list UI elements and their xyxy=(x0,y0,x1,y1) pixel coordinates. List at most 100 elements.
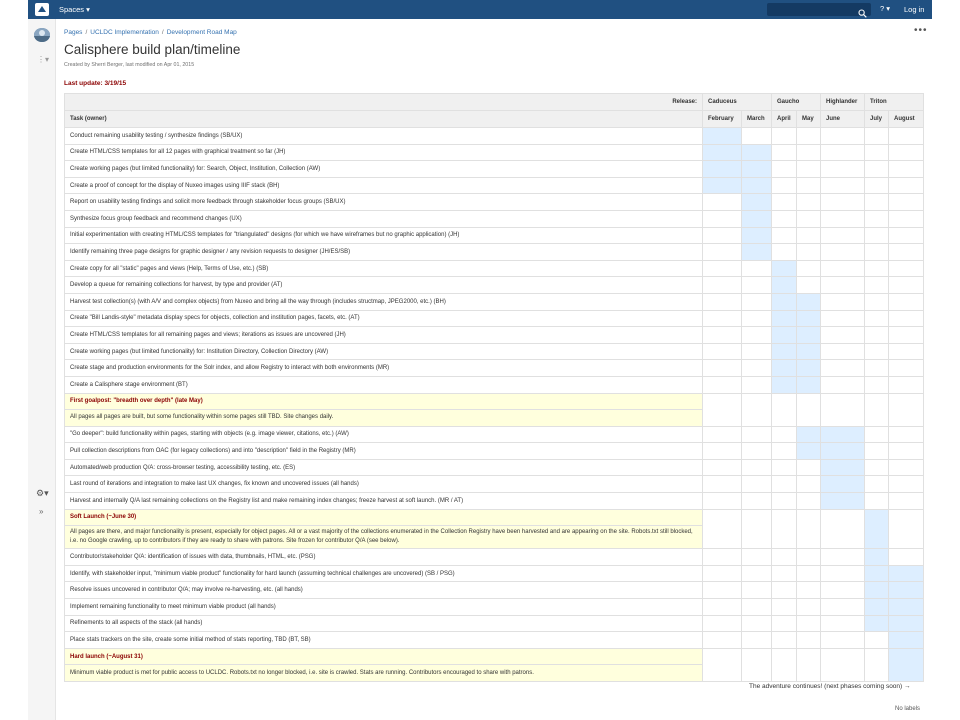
month-cell xyxy=(741,631,772,649)
month-cell xyxy=(702,359,742,377)
month-cell xyxy=(702,127,742,145)
month-cell xyxy=(771,581,797,600)
month-cell xyxy=(887,548,925,566)
login-link[interactable]: Log in xyxy=(904,5,924,14)
task-header: Task (owner) xyxy=(64,110,703,128)
month-cell xyxy=(887,564,925,583)
task-cell: Create working pages (but limited functi… xyxy=(64,160,703,178)
month-cell xyxy=(771,326,797,344)
breadcrumb-ucldc[interactable]: UCLDC Implementation xyxy=(90,29,159,36)
month-cell xyxy=(702,614,742,633)
month-cell xyxy=(771,631,797,649)
month-cell xyxy=(820,243,865,261)
month-cell xyxy=(887,292,925,311)
month-cell xyxy=(864,492,889,510)
task-row: Automated/web production Q/A: cross-brow… xyxy=(64,458,925,477)
more-actions-icon[interactable]: ••• xyxy=(914,25,928,36)
task-row: Create a Calisphere stage environment (B… xyxy=(64,375,925,394)
task-cell: Create working pages (but limited functi… xyxy=(64,342,703,361)
month-cell xyxy=(820,143,865,162)
month-cell xyxy=(796,647,821,683)
month-cell xyxy=(771,243,797,261)
month-cell xyxy=(796,309,821,328)
month-cell xyxy=(864,243,889,261)
frame-left xyxy=(0,0,28,720)
month-cell xyxy=(887,127,925,145)
task-row: Implement remaining functionality to mee… xyxy=(64,598,925,616)
breadcrumb-pages[interactable]: Pages xyxy=(64,29,82,36)
expand-sidebar-icon[interactable]: » xyxy=(39,507,43,516)
task-row: Create a proof of concept for the displa… xyxy=(64,176,925,195)
month-cell xyxy=(820,647,865,683)
task-cell: Refinements to all aspects of the stack … xyxy=(64,614,703,633)
month-cell xyxy=(820,160,865,178)
month-cell xyxy=(741,508,772,550)
release-label: Release: xyxy=(64,93,703,111)
task-row: Synthesize focus group feedback and reco… xyxy=(64,209,925,228)
month-cell xyxy=(796,176,821,195)
month-cell xyxy=(887,193,925,211)
month-cell xyxy=(702,598,742,616)
search-icon[interactable] xyxy=(858,5,867,18)
month-cell xyxy=(702,143,742,162)
month-header: May xyxy=(796,110,821,128)
task-row: Create working pages (but limited functi… xyxy=(64,160,925,178)
month-cell xyxy=(702,243,742,261)
month-cell xyxy=(771,492,797,510)
month-cell xyxy=(864,326,889,344)
month-cell xyxy=(887,143,925,162)
task-cell: Contributor/stakeholder Q/A: identificat… xyxy=(64,548,703,566)
month-cell xyxy=(796,375,821,394)
month-cell xyxy=(741,326,772,344)
month-cell xyxy=(796,425,821,444)
page-tree-icon[interactable]: ⋮▾ xyxy=(37,55,49,64)
month-cell xyxy=(864,508,889,550)
task-row: Create HTML/CSS templates for all remain… xyxy=(64,326,925,344)
month-cell xyxy=(741,564,772,583)
month-cell xyxy=(820,614,865,633)
month-cell xyxy=(771,375,797,394)
month-cell xyxy=(820,193,865,211)
month-cell xyxy=(796,160,821,178)
gear-icon[interactable]: ⚙▾ xyxy=(36,488,49,499)
search-input[interactable] xyxy=(767,3,871,18)
month-cell xyxy=(864,160,889,178)
help-menu[interactable]: ? ▾ xyxy=(880,4,890,13)
task-row: Pull collection descriptions from OAC (f… xyxy=(64,442,925,460)
task-row: Resolve issues uncovered in contributor … xyxy=(64,581,925,600)
task-row: Harvest test collection(s) (with A/V and… xyxy=(64,292,925,311)
month-cell xyxy=(864,176,889,195)
month-cell xyxy=(864,598,889,616)
month-cell xyxy=(887,176,925,195)
month-cell xyxy=(820,442,865,460)
month-cell xyxy=(796,442,821,460)
month-header-row: Task (owner) February March April May Ju… xyxy=(64,110,925,128)
breadcrumb-roadmap[interactable]: Development Road Map xyxy=(167,29,237,36)
month-cell xyxy=(887,392,925,427)
task-cell: Harvest test collection(s) (with A/V and… xyxy=(64,292,703,311)
space-avatar[interactable] xyxy=(34,28,50,42)
month-cell xyxy=(741,614,772,633)
task-cell: Create a Calisphere stage environment (B… xyxy=(64,375,703,394)
month-cell xyxy=(887,475,925,494)
month-cell xyxy=(741,292,772,311)
month-cell xyxy=(702,176,742,195)
task-cell: Harvest and internally Q/A last remainin… xyxy=(64,492,703,510)
release-gaucho: Gaucho xyxy=(771,93,821,111)
month-cell xyxy=(820,564,865,583)
month-cell xyxy=(820,425,865,444)
month-cell xyxy=(820,548,865,566)
task-row: "Go deeper": build functionality within … xyxy=(64,425,925,444)
month-cell xyxy=(796,458,821,477)
goalpost-description: Minimum viable product is met for public… xyxy=(64,664,703,682)
month-cell xyxy=(864,425,889,444)
month-cell xyxy=(796,209,821,228)
spaces-menu[interactable]: Spaces ▾ xyxy=(59,5,90,14)
month-cell xyxy=(864,631,889,649)
confluence-logo-icon[interactable] xyxy=(35,3,49,16)
month-cell xyxy=(820,359,865,377)
month-cell xyxy=(771,276,797,294)
month-cell xyxy=(702,425,742,444)
month-cell xyxy=(864,458,889,477)
month-cell xyxy=(702,292,742,311)
